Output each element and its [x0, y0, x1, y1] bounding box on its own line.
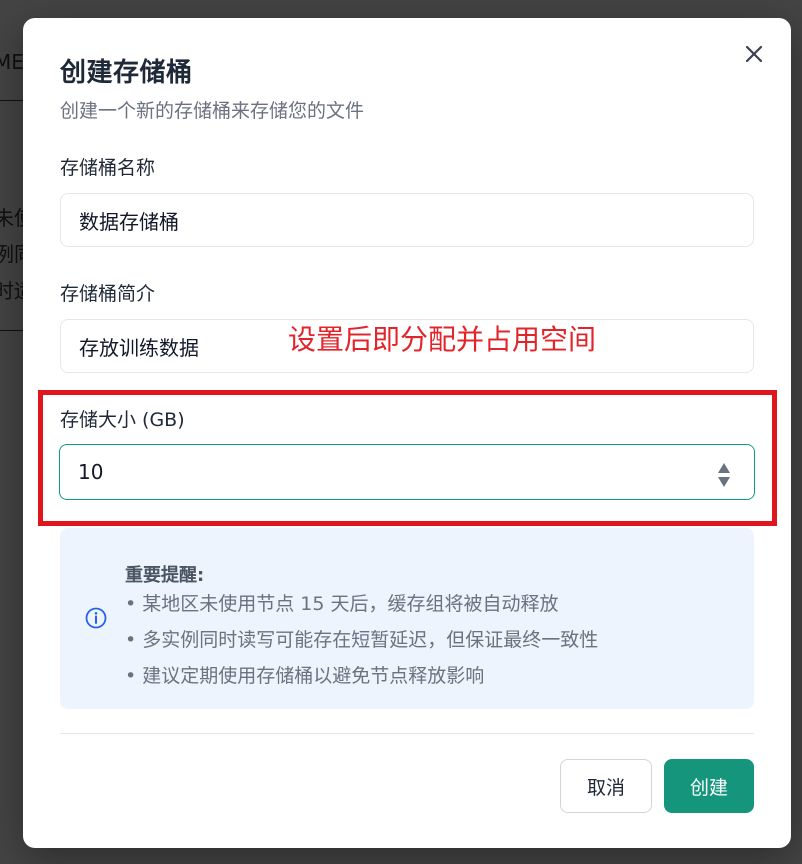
- bucket-name-input[interactable]: [60, 193, 754, 247]
- dialog-subtitle: 创建一个新的存储桶来存储您的文件: [60, 100, 365, 122]
- close-icon: [745, 45, 763, 63]
- bucket-description-label: 存储桶简介: [60, 283, 156, 305]
- annotation-note: 设置后即分配并占用空间: [288, 323, 597, 356]
- quantity-stepper[interactable]: [716, 459, 732, 487]
- stepper-increment-button[interactable]: [716, 459, 732, 473]
- triangle-down-icon: [718, 477, 730, 487]
- storage-size-label: 存储大小 (GB): [60, 409, 185, 431]
- notice-item: 某地区未使用节点 15 天后，缓存组将被自动释放: [125, 586, 598, 622]
- bucket-name-label: 存储桶名称: [60, 157, 156, 179]
- storage-size-input[interactable]: [60, 445, 736, 498]
- stepper-decrement-button[interactable]: [716, 473, 732, 487]
- storage-size-field: [59, 444, 755, 500]
- cancel-button[interactable]: 取消: [560, 759, 652, 813]
- important-notice: 重要提醒: 某地区未使用节点 15 天后，缓存组将被自动释放 多实例同时读写可能…: [60, 528, 754, 709]
- info-icon: [85, 607, 107, 629]
- footer-divider: [60, 733, 754, 734]
- notice-item: 建议定期使用存储桶以避免节点释放影响: [125, 658, 598, 694]
- create-bucket-dialog: 创建存储桶 创建一个新的存储桶来存储您的文件 存储桶名称 存储桶简介 设置后即分…: [23, 18, 791, 848]
- notice-item: 多实例同时读写可能存在短暂延迟，但保证最终一致性: [125, 622, 598, 658]
- dialog-title: 创建存储桶: [60, 58, 193, 88]
- close-button[interactable]: [742, 42, 766, 66]
- notice-title: 重要提醒:: [125, 565, 205, 586]
- create-button[interactable]: 创建: [664, 759, 754, 813]
- notice-list: 某地区未使用节点 15 天后，缓存组将被自动释放 多实例同时读写可能存在短暂延迟…: [125, 586, 598, 694]
